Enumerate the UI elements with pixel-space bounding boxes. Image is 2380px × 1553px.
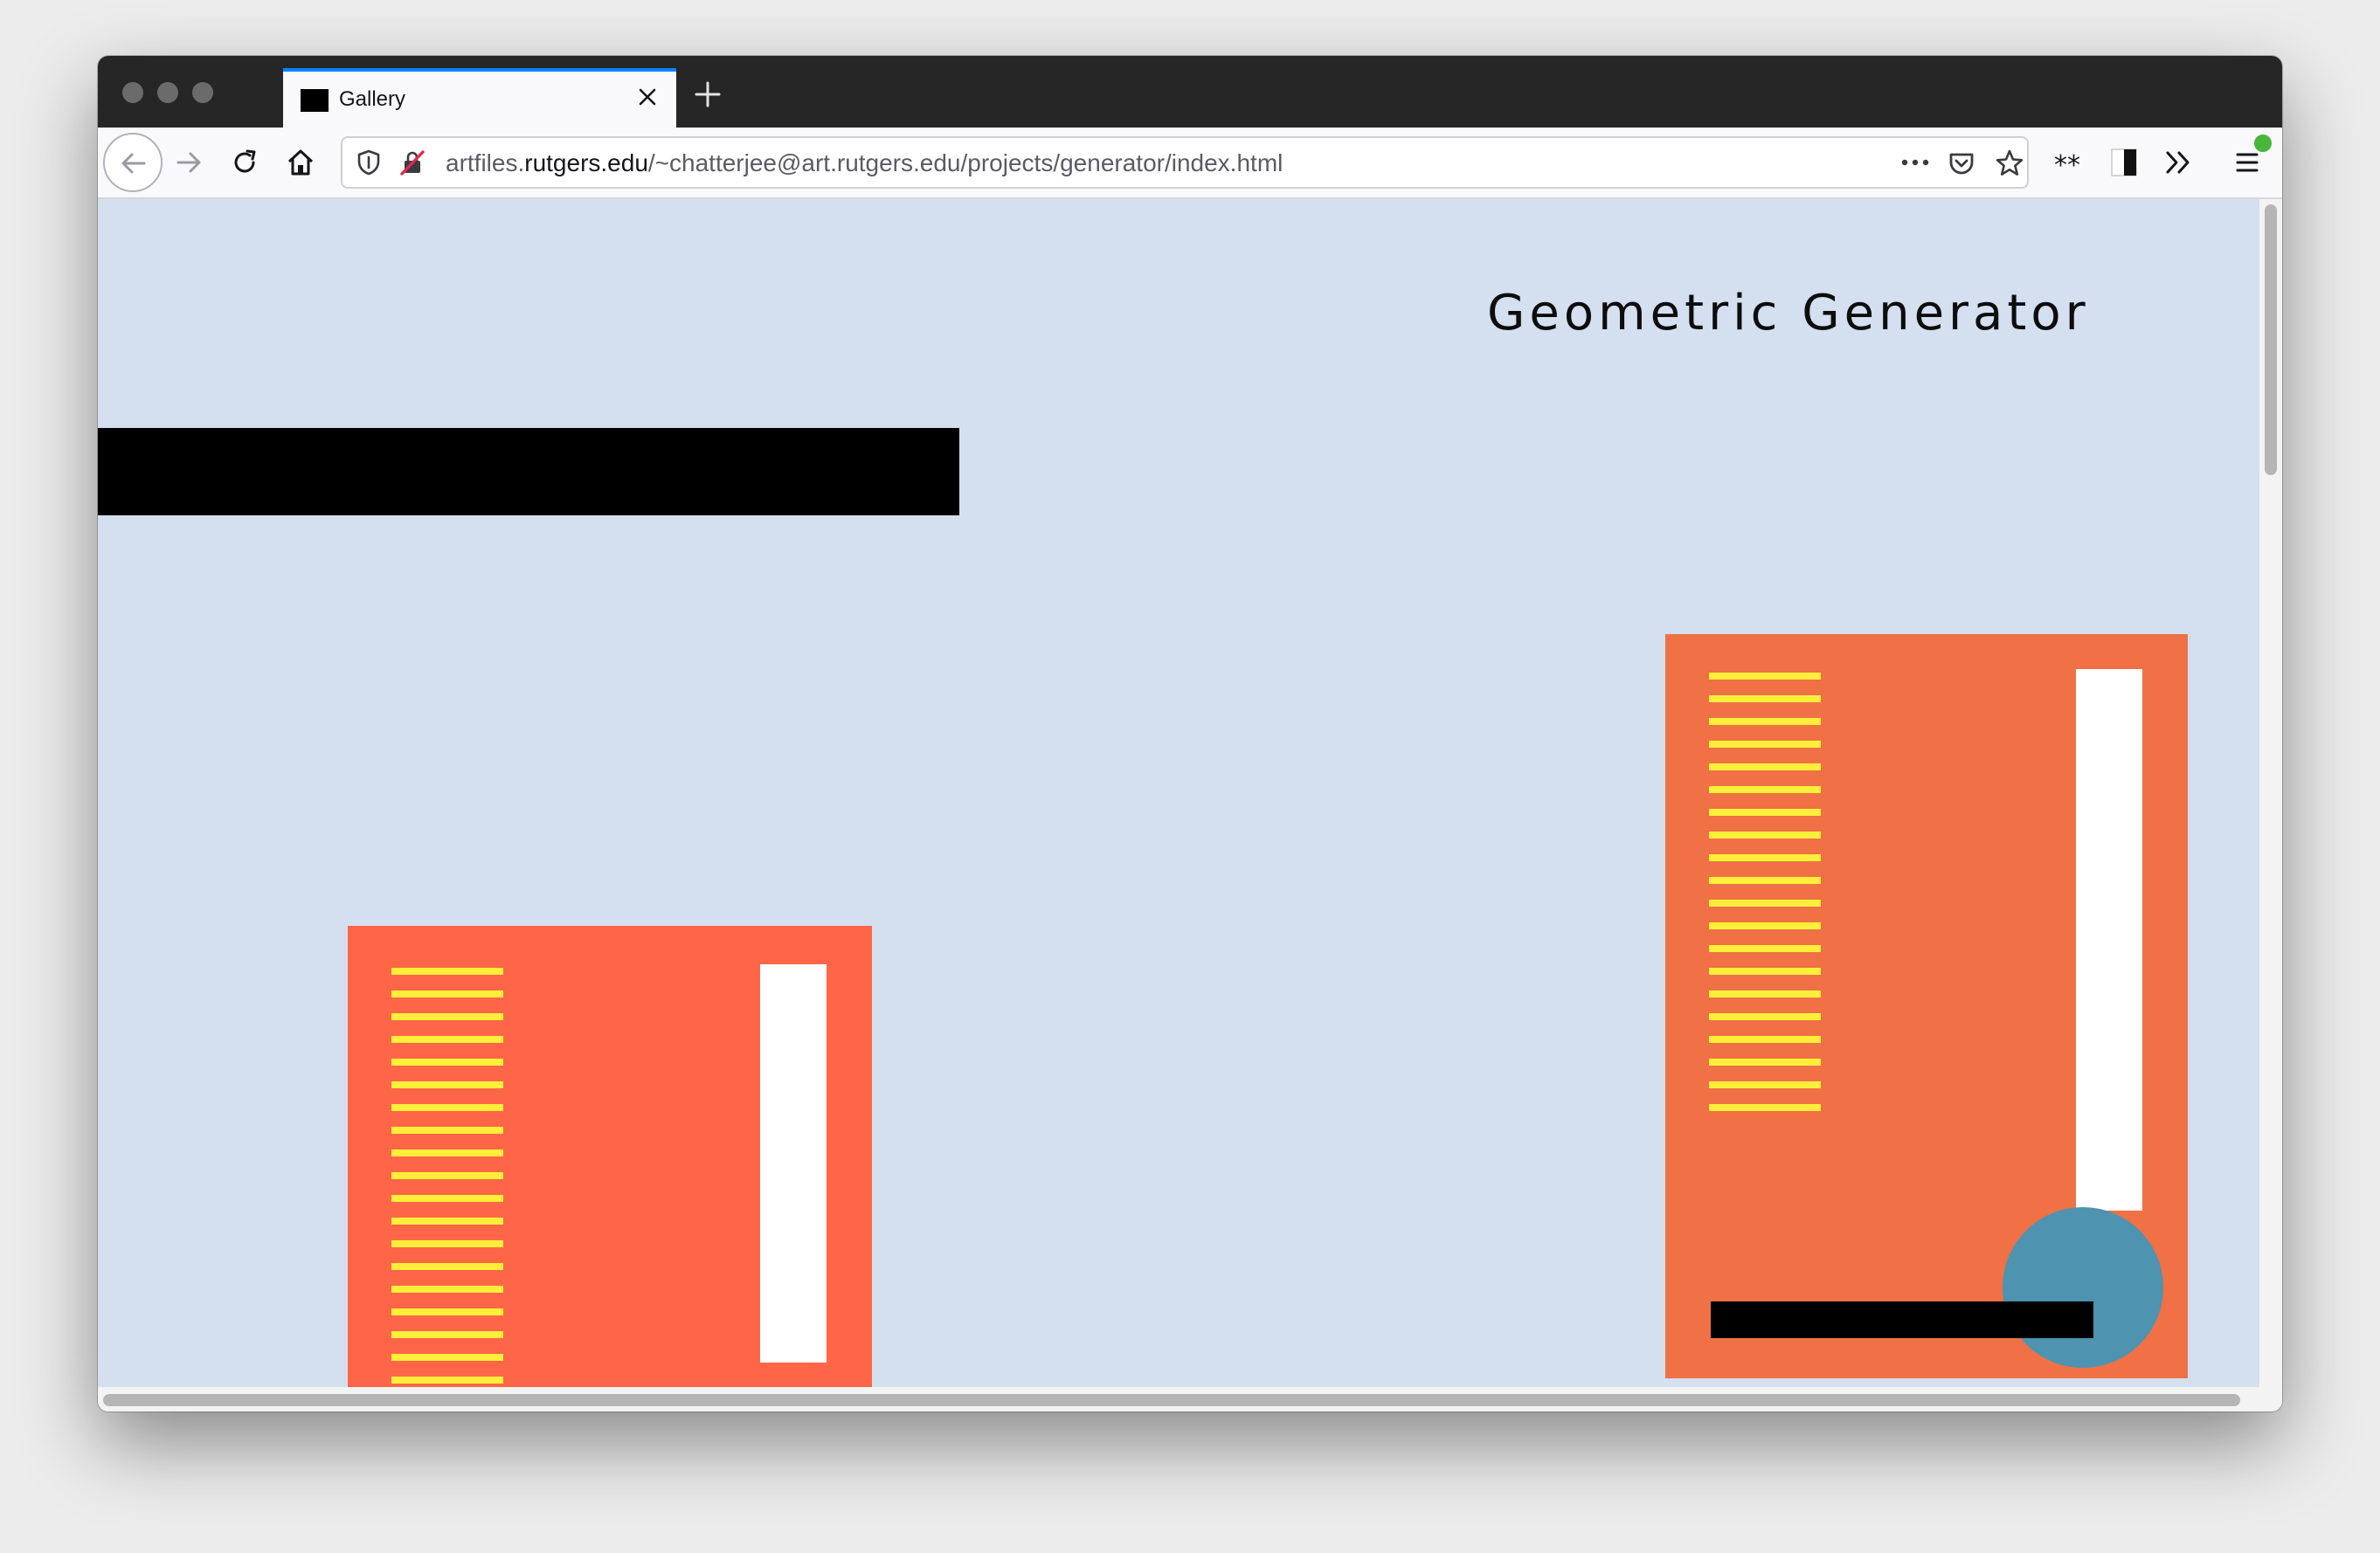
reload-icon[interactable]	[229, 147, 260, 178]
yellow-stripe	[1709, 809, 1821, 816]
page-actions-ellipsis-icon[interactable]	[1898, 150, 1933, 175]
yellow-stripe	[391, 1354, 503, 1361]
address-bar[interactable]: artfiles.rutgers.edu/~chatterjee@art.rut…	[341, 136, 2029, 189]
extension-asterisks-icon[interactable]: **	[2053, 150, 2083, 176]
plus-icon[interactable]	[692, 79, 723, 110]
yellow-stripe	[391, 1013, 503, 1020]
close-icon[interactable]	[633, 82, 662, 112]
yellow-stripe	[1709, 741, 1821, 748]
left-stripe-stack	[391, 968, 503, 1384]
yellow-stripe	[1709, 968, 1821, 975]
black-overlay-bar	[1711, 1301, 2093, 1338]
vertical-scrollbar-thumb[interactable]	[2265, 204, 2277, 475]
yellow-stripe	[391, 1149, 503, 1156]
left-orange-panel	[348, 926, 872, 1412]
url-text[interactable]: artfiles.rutgers.edu/~chatterjee@art.rut…	[446, 148, 1283, 178]
yellow-stripe	[391, 1308, 503, 1315]
yellow-stripe	[1709, 922, 1821, 929]
url-path: /~chatterjee@art.rutgers.edu/projects/ge…	[647, 149, 1283, 176]
tab-strip: Gallery	[98, 56, 2282, 128]
left-white-bar	[760, 964, 827, 1363]
yellow-stripe	[1709, 1059, 1821, 1066]
back-button[interactable]	[103, 133, 163, 192]
forward-arrow-icon[interactable]	[173, 147, 204, 178]
yellow-stripe	[391, 1218, 503, 1225]
yellow-stripe	[1709, 1013, 1821, 1020]
yellow-stripe	[391, 1263, 503, 1270]
yellow-stripe	[391, 990, 503, 997]
yellow-stripe	[1709, 1104, 1821, 1111]
yellow-stripe	[1709, 945, 1821, 952]
yellow-stripe	[1709, 877, 1821, 884]
page-canvas: Geometric Generator	[98, 199, 2282, 1412]
tab-title: Gallery	[339, 87, 406, 111]
yellow-stripe	[391, 1127, 503, 1134]
yellow-stripe	[391, 968, 503, 975]
yellow-stripe	[391, 1036, 503, 1043]
yellow-stripe	[1709, 854, 1821, 861]
yellow-stripe	[1709, 1036, 1821, 1043]
yellow-stripe	[391, 1104, 503, 1111]
yellow-stripe	[391, 1059, 503, 1066]
yellow-stripe	[1709, 695, 1821, 702]
window-minimize-button[interactable]	[157, 82, 178, 103]
vertical-scrollbar[interactable]	[2259, 199, 2282, 1387]
horizontal-scrollbar[interactable]	[98, 1387, 2282, 1412]
hamburger-menu-icon[interactable]	[2235, 148, 2261, 176]
teal-circle	[2003, 1207, 2163, 1368]
url-host: rutgers.edu	[524, 149, 648, 176]
yellow-stripe	[1709, 763, 1821, 770]
extension-contrast-icon[interactable]	[2109, 147, 2139, 178]
tab-gallery[interactable]: Gallery	[283, 68, 676, 128]
overflow-chevron-icon[interactable]	[2163, 148, 2193, 176]
browser-window: Gallery artfiles.rutgers.edu/~chatterjee…	[98, 56, 2282, 1412]
favicon-icon	[301, 89, 329, 112]
navigation-toolbar: artfiles.rutgers.edu/~chatterjee@art.rut…	[98, 128, 2282, 199]
yellow-stripe	[1709, 1081, 1821, 1088]
right-white-bar	[2076, 669, 2142, 1211]
pocket-icon[interactable]	[1947, 148, 1976, 178]
yellow-stripe	[1709, 990, 1821, 997]
svg-text:**: **	[2054, 150, 2080, 176]
yellow-stripe	[391, 1172, 503, 1179]
horizontal-scrollbar-thumb[interactable]	[103, 1394, 2240, 1406]
yellow-stripe	[391, 1286, 503, 1293]
yellow-stripe	[391, 1240, 503, 1247]
yellow-stripe	[391, 1081, 503, 1088]
url-prefix: artfiles.	[446, 149, 525, 176]
home-icon[interactable]	[285, 147, 316, 178]
yellow-stripe	[391, 1377, 503, 1384]
insecure-lock-icon[interactable]	[398, 148, 426, 176]
yellow-stripe	[391, 1195, 503, 1202]
window-close-button[interactable]	[122, 82, 143, 103]
yellow-stripe	[1709, 718, 1821, 725]
yellow-stripe	[1709, 786, 1821, 793]
tracking-shield-icon[interactable]	[355, 148, 383, 176]
back-arrow-icon	[121, 153, 146, 174]
yellow-stripe	[391, 1331, 503, 1338]
yellow-stripe	[1709, 832, 1821, 839]
yellow-stripe	[1709, 900, 1821, 907]
right-stripe-stack	[1709, 673, 1821, 1111]
window-zoom-button[interactable]	[192, 82, 213, 103]
black-bar	[98, 428, 959, 515]
yellow-stripe	[1709, 673, 1821, 680]
page-title: Geometric Generator	[1487, 285, 2090, 342]
bookmark-star-icon[interactable]	[1994, 148, 2025, 179]
